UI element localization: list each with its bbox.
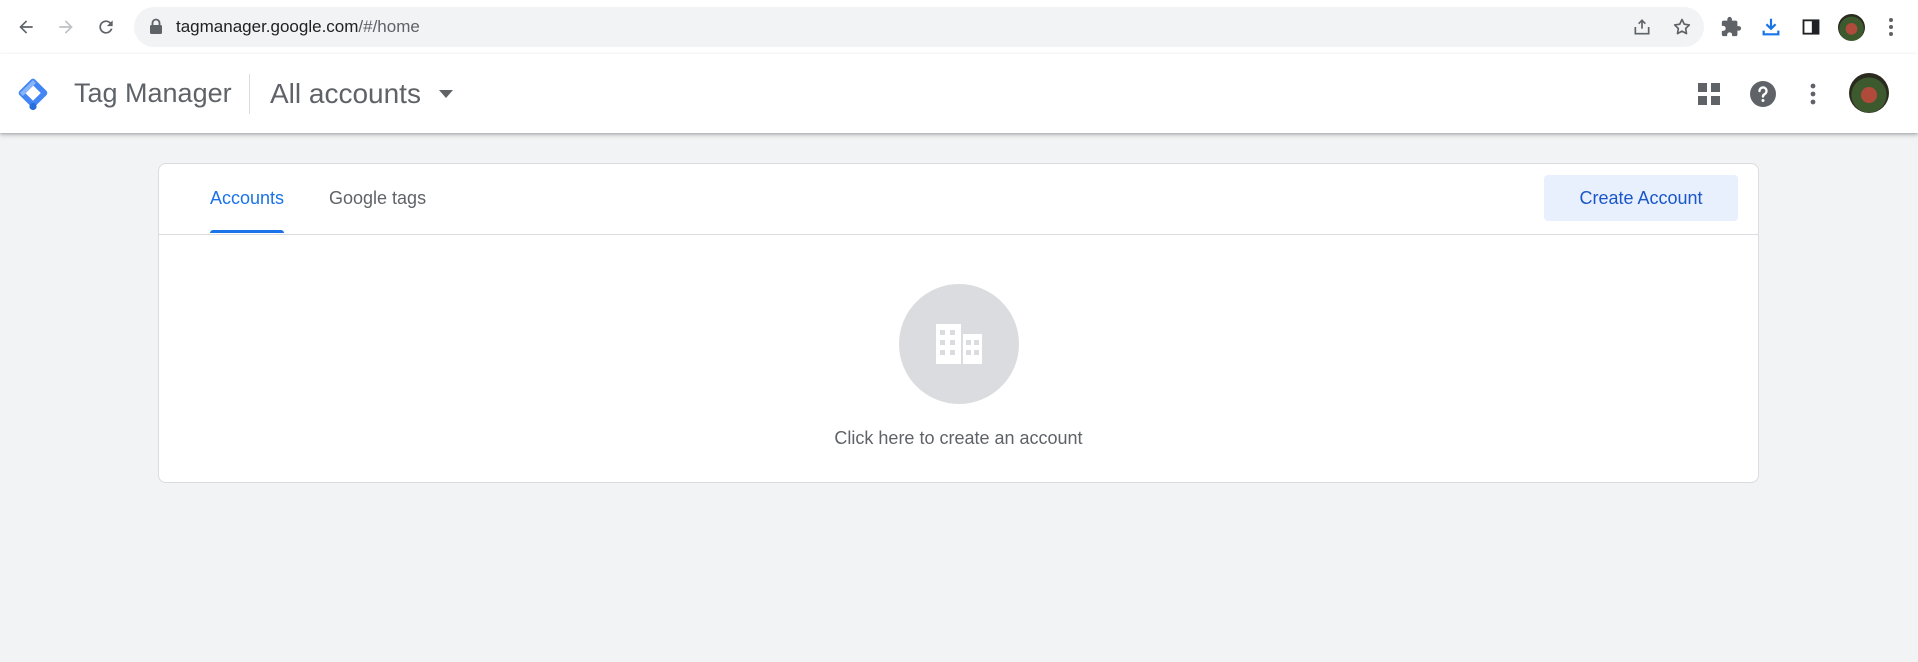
back-button[interactable] xyxy=(10,11,42,43)
url-text: tagmanager.google.com/#/home xyxy=(176,17,420,37)
header-divider xyxy=(249,74,250,114)
url-host: tagmanager.google.com xyxy=(176,17,359,36)
help-icon[interactable] xyxy=(1747,78,1779,110)
app-header: Tag Manager All accounts xyxy=(0,54,1918,133)
tab-bar: Accounts Google tags Create Account xyxy=(159,164,1758,235)
browser-toolbar: tagmanager.google.com/#/home xyxy=(0,0,1918,55)
side-panel-icon[interactable] xyxy=(1798,14,1824,40)
apps-grid-icon[interactable] xyxy=(1693,78,1725,110)
account-selector-label: All accounts xyxy=(270,78,421,109)
more-vert-icon[interactable] xyxy=(1797,78,1829,110)
browser-profile-avatar[interactable] xyxy=(1838,14,1865,41)
browser-menu-icon[interactable] xyxy=(1878,14,1904,40)
url-path: /#/home xyxy=(358,17,420,36)
create-account-button[interactable]: Create Account xyxy=(1544,175,1738,221)
tag-manager-logo-icon[interactable] xyxy=(14,74,52,112)
product-name: Tag Manager xyxy=(74,78,232,108)
download-icon[interactable] xyxy=(1758,14,1784,40)
lock-icon xyxy=(149,18,163,40)
empty-state-message: Click here to create an account xyxy=(834,428,1083,448)
user-avatar[interactable] xyxy=(1849,73,1889,113)
caret-down-icon xyxy=(438,90,453,98)
empty-state[interactable]: Click here to create an account xyxy=(159,234,1758,482)
empty-state-circle xyxy=(899,284,1019,404)
share-icon[interactable] xyxy=(1631,16,1653,38)
bookmark-star-icon[interactable] xyxy=(1671,16,1693,38)
building-icon xyxy=(936,324,982,364)
accounts-card: Accounts Google tags Create Account Clic… xyxy=(158,163,1759,483)
reload-button[interactable] xyxy=(90,11,122,43)
tab-accounts[interactable]: Accounts xyxy=(210,164,285,233)
arrow-left-icon xyxy=(19,20,33,34)
arrow-right-icon xyxy=(59,20,73,34)
address-bar[interactable]: tagmanager.google.com/#/home xyxy=(134,7,1704,47)
account-selector[interactable]: All accounts xyxy=(270,76,453,112)
reload-icon xyxy=(99,20,113,34)
extensions-icon[interactable] xyxy=(1718,14,1744,40)
tab-google-tags[interactable]: Google tags xyxy=(329,164,426,233)
forward-button[interactable] xyxy=(50,11,82,43)
